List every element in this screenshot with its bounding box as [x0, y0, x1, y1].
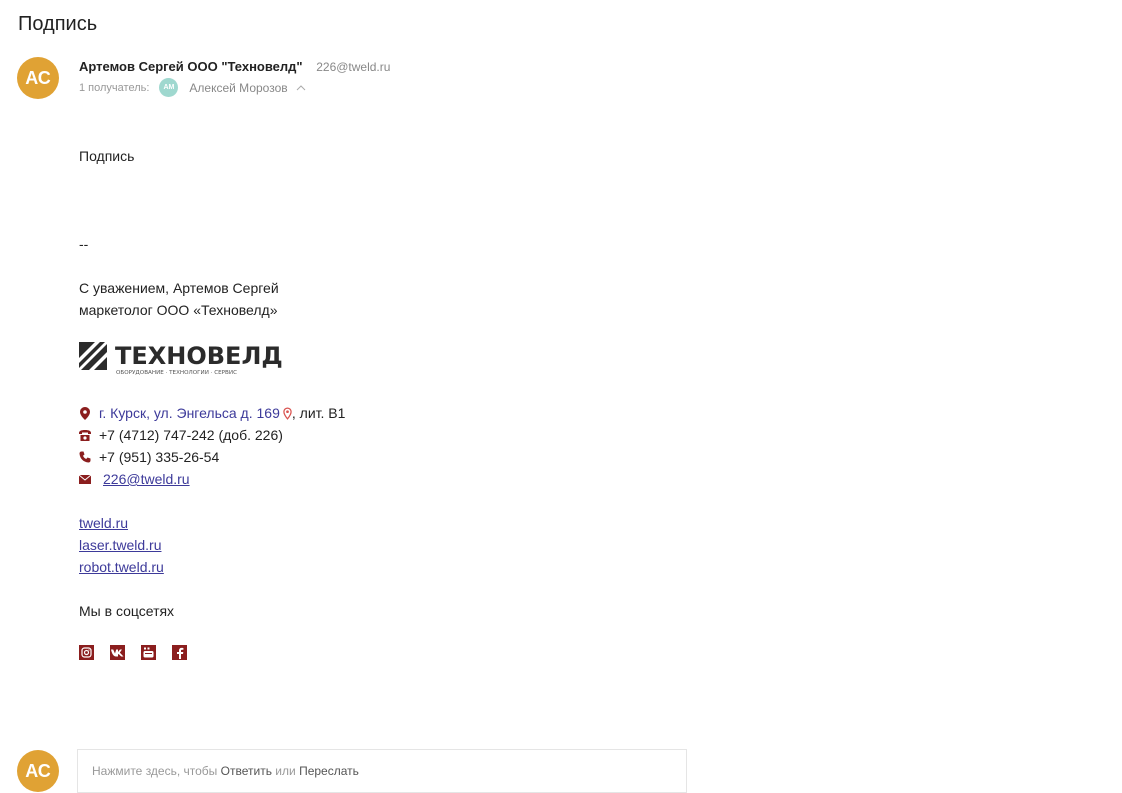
social-heading: Мы в соцсетях — [79, 603, 175, 619]
phone-handset-icon — [79, 451, 91, 463]
recipients-label: 1 получатель: — [79, 81, 150, 94]
address-link[interactable]: г. Курск, ул. Энгельса д. 169 — [99, 405, 280, 421]
sender-name[interactable]: Артемов Сергей ООО "Техновелд" — [79, 59, 303, 74]
reply-or: или — [275, 764, 296, 778]
sender-avatar[interactable]: АС — [17, 57, 59, 99]
address-line: г. Курск, ул. Энгельса д. 169 , лит. В1 — [79, 405, 345, 421]
office-phone-line: +7 (4712) 747-242 (доб. 226) — [79, 427, 283, 443]
signature-position: маркетолог ООО «Техновелд» — [79, 302, 278, 318]
signature-separator: -- — [79, 236, 89, 252]
recipients-line: 1 получатель: АМ Алексей Морозов — [79, 78, 306, 97]
youtube-icon[interactable] — [141, 645, 156, 660]
sender-line: Артемов Сергей ООО "Техновелд" 226@tweld… — [79, 59, 390, 74]
message-text: Подпись — [79, 148, 135, 164]
site-link-robot[interactable]: robot.tweld.ru — [79, 559, 164, 575]
svg-text:ТЕХНОВЕЛД: ТЕХНОВЕЛД — [115, 342, 283, 370]
chevron-up-icon[interactable] — [296, 84, 306, 91]
sender-email[interactable]: 226@tweld.ru — [316, 60, 390, 74]
forward-link[interactable]: Переслать — [299, 764, 359, 778]
map-pin-icon — [79, 406, 91, 420]
reply-prompt: Нажмите здесь, чтобы — [92, 764, 218, 778]
reply-box[interactable]: Нажмите здесь, чтобы Ответить или Пересл… — [77, 749, 687, 793]
svg-text:ОБОРУДОВАНИЕ · ТЕХНОЛОГИИ · СЕ: ОБОРУДОВАНИЕ · ТЕХНОЛОГИИ · СЕРВИС — [116, 370, 237, 376]
facebook-icon[interactable] — [172, 645, 187, 660]
message-subject: Подпись — [18, 13, 98, 35]
signature-greeting: С уважением, Артемов Сергей — [79, 280, 279, 296]
reply-link[interactable]: Ответить — [221, 764, 272, 778]
reply-avatar: АС — [17, 750, 59, 792]
site-link-main[interactable]: tweld.ru — [79, 515, 128, 531]
email-line: 226@tweld.ru — [79, 471, 190, 487]
address-suffix: , лит. В1 — [291, 405, 346, 421]
recipient-name[interactable]: Алексей Морозов — [189, 81, 287, 95]
vk-icon[interactable] — [110, 645, 125, 660]
instagram-icon[interactable] — [79, 645, 94, 660]
recipient-avatar: АМ — [159, 78, 179, 97]
mobile-phone[interactable]: +7 (951) 335-26-54 — [99, 449, 219, 465]
telephone-icon — [79, 429, 91, 441]
mobile-phone-line: +7 (951) 335-26-54 — [79, 449, 219, 465]
envelope-icon — [79, 474, 91, 484]
office-phone[interactable]: +7 (4712) 747-242 (доб. 226) — [99, 427, 283, 443]
map-marker-icon[interactable] — [283, 406, 292, 420]
company-logo: ТЕХНОВЕЛД ОБОРУДОВАНИЕ · ТЕХНОЛОГИИ · СЕ… — [79, 340, 292, 381]
site-link-laser[interactable]: laser.tweld.ru — [79, 537, 161, 553]
email-link[interactable]: 226@tweld.ru — [103, 471, 190, 487]
